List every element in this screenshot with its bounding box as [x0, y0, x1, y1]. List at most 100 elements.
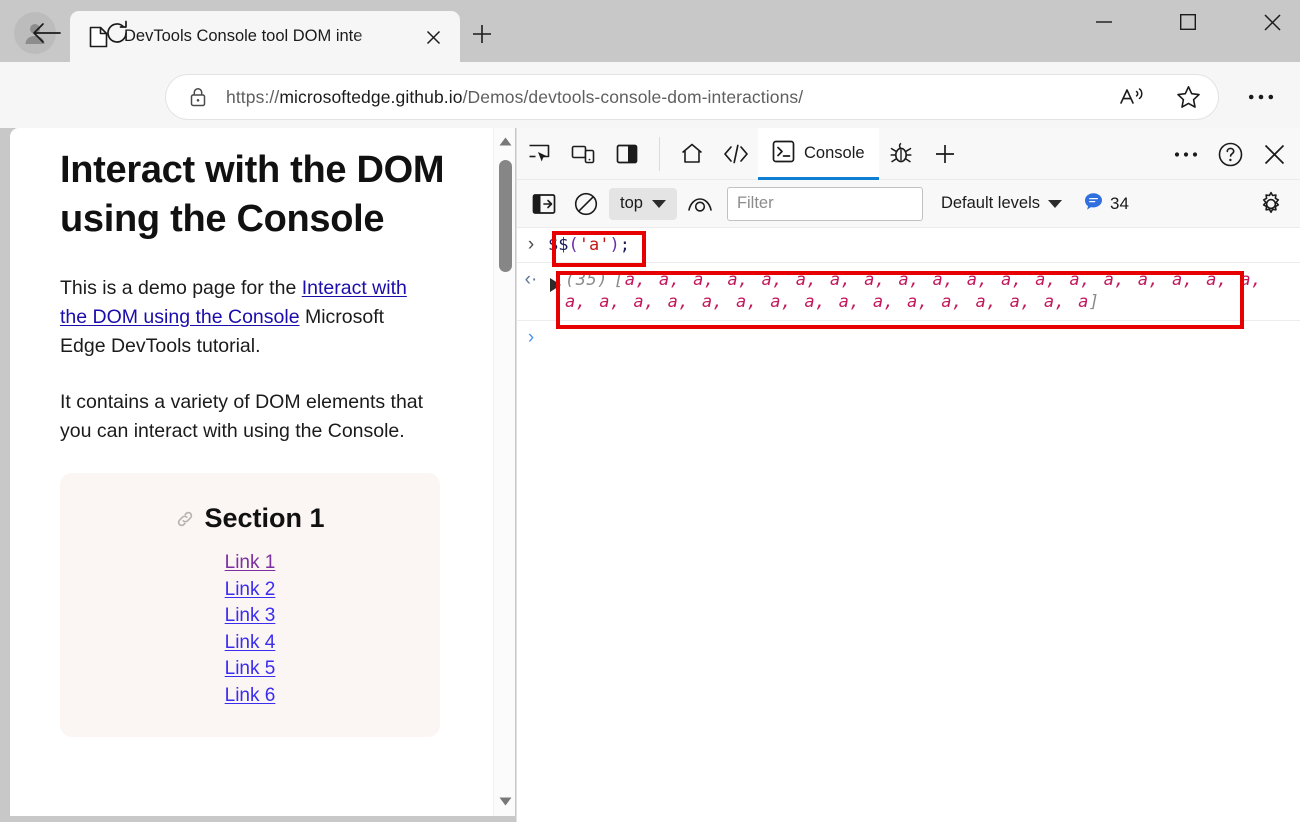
dock-side-icon [616, 143, 638, 165]
reload-icon [104, 20, 130, 46]
window-minimize-button[interactable] [1076, 0, 1132, 44]
return-value-icon: ‹· [525, 270, 538, 289]
plus-icon [934, 143, 956, 165]
back-button[interactable] [28, 14, 66, 52]
devtools-close-button[interactable] [1252, 128, 1296, 180]
add-tool-button[interactable] [923, 128, 967, 180]
console-result-value[interactable]: (35) [a, a, a, a, a, a, a, a, a, a, a, a,… [545, 263, 1300, 320]
devtools-home-tab[interactable] [670, 128, 714, 180]
console-output-row[interactable]: ‹· (35) [a, a, a, a, a, a, a, a, a, a, a,… [517, 263, 1300, 321]
browser-settings-button[interactable] [1242, 78, 1280, 116]
console-input-expression[interactable]: $$('a'); [545, 228, 633, 262]
scroll-up-arrow-icon[interactable] [494, 130, 515, 152]
console-string-token: 'a' [579, 235, 610, 255]
device-emulation-button[interactable] [561, 128, 605, 180]
section-link-1[interactable]: Link 1 [225, 552, 276, 573]
chevron-down-icon [652, 200, 666, 208]
minimize-icon [1096, 21, 1112, 23]
prompt-chevron-icon: › [528, 235, 534, 254]
close-x-icon [1264, 144, 1285, 165]
close-icon [1264, 14, 1281, 31]
console-prompt-gutter: › [517, 321, 545, 347]
javascript-context-selector[interactable]: top [609, 188, 677, 220]
live-expression-button[interactable] [679, 183, 721, 225]
read-aloud-button[interactable] [1114, 79, 1150, 115]
dock-side-button[interactable] [605, 128, 649, 180]
page-content: Interact with the DOM using the Console … [10, 128, 499, 816]
section-1-link-list: Link 1 Link 2 Link 3 Link 4 Link 5 Link … [60, 552, 440, 707]
page-scrollbar[interactable] [493, 128, 515, 816]
back-arrow-icon [32, 22, 62, 44]
console-output-gutter: ‹· [517, 263, 545, 289]
lock-icon [190, 87, 206, 107]
debugger-bug-icon [889, 142, 913, 166]
new-tab-button[interactable] [466, 18, 498, 50]
array-close-bracket: ] [1089, 292, 1100, 312]
tab-console[interactable]: Console [758, 128, 879, 180]
array-length: (35) [565, 270, 608, 290]
console-paren-close: ) [609, 235, 619, 255]
section-link-5[interactable]: Link 5 [225, 658, 276, 679]
section-link-6[interactable]: Link 6 [225, 685, 276, 706]
console-input-row[interactable]: › $$('a'); [517, 228, 1300, 263]
elements-code-icon [723, 143, 749, 165]
console-semicolon: ; [620, 235, 630, 255]
list-item: Link 1 [60, 552, 440, 574]
read-aloud-icon [1119, 86, 1145, 108]
url-text: https://microsoftedge.github.io/Demos/de… [226, 87, 803, 108]
console-input-gutter: › [517, 228, 545, 254]
address-bar[interactable]: https://microsoftedge.github.io/Demos/de… [166, 75, 1218, 119]
ellipsis-icon [1248, 93, 1274, 101]
section-link-2[interactable]: Link 2 [225, 579, 276, 600]
list-item: Link 4 [60, 632, 440, 654]
section-1-heading: Section 1 [60, 503, 440, 534]
tab-debugger[interactable] [879, 128, 923, 180]
clear-console-icon [574, 192, 598, 216]
console-fn-token: $$ [548, 235, 568, 255]
console-settings-button[interactable] [1250, 183, 1292, 225]
devtools-help-button[interactable] [1208, 128, 1252, 180]
link-anchor-icon[interactable] [175, 509, 195, 529]
description-paragraph: It contains a variety of DOM elements th… [60, 388, 432, 446]
console-message-count[interactable]: 34 [1084, 192, 1129, 216]
tab-elements[interactable] [714, 128, 758, 180]
tab-title: DevTools Console tool DOM inte [124, 27, 386, 46]
page-viewport: Interact with the DOM using the Console … [10, 128, 515, 816]
console-terminal-icon [772, 140, 795, 168]
array-items-line-1: a, a, a, a, a, a, a, a, a, a, a, a, a, a… [625, 270, 1262, 290]
prompt-chevron-icon: › [528, 328, 534, 347]
device-emulation-icon [571, 142, 595, 166]
intro-paragraph: This is a demo page for the Interact wit… [60, 274, 432, 361]
window-close-button[interactable] [1244, 0, 1300, 44]
reload-button[interactable] [98, 14, 136, 52]
section-1-title-text: Section 1 [204, 503, 324, 534]
console-sidebar-toggle[interactable] [523, 183, 565, 225]
inspect-element-icon [527, 142, 551, 166]
log-levels-selector[interactable]: Default levels [941, 194, 1062, 213]
log-levels-label: Default levels [941, 194, 1040, 213]
array-open-bracket: [ [614, 270, 625, 290]
devtools-more-button[interactable] [1164, 128, 1208, 180]
inspect-element-button[interactable] [517, 128, 561, 180]
ellipsis-icon [1174, 151, 1198, 158]
section-link-4[interactable]: Link 4 [225, 632, 276, 653]
scroll-down-arrow-icon[interactable] [494, 790, 515, 812]
console-prompt-row[interactable]: › [517, 321, 1300, 355]
console-toolbar: top Default levels [517, 180, 1300, 228]
clear-console-button[interactable] [565, 183, 607, 225]
add-favorite-button[interactable] [1170, 79, 1206, 115]
console-filter-input[interactable] [727, 187, 923, 221]
list-item: Link 3 [60, 605, 440, 627]
gear-icon [1258, 191, 1284, 217]
address-bar-actions [1114, 79, 1206, 115]
maximize-icon [1180, 14, 1196, 30]
intro-prefix: This is a demo page for the [60, 277, 302, 299]
console-output-area[interactable]: › $$('a'); ‹· (35) [a, a, a, a, a, a, a, … [517, 228, 1300, 820]
context-label: top [620, 194, 643, 213]
tab-close-button[interactable] [420, 24, 446, 50]
section-link-3[interactable]: Link 3 [225, 605, 276, 626]
scrollbar-thumb[interactable] [499, 160, 512, 272]
window-maximize-button[interactable] [1160, 0, 1216, 44]
console-sidebar-icon [532, 193, 556, 215]
expand-triangle-icon[interactable] [545, 269, 565, 292]
